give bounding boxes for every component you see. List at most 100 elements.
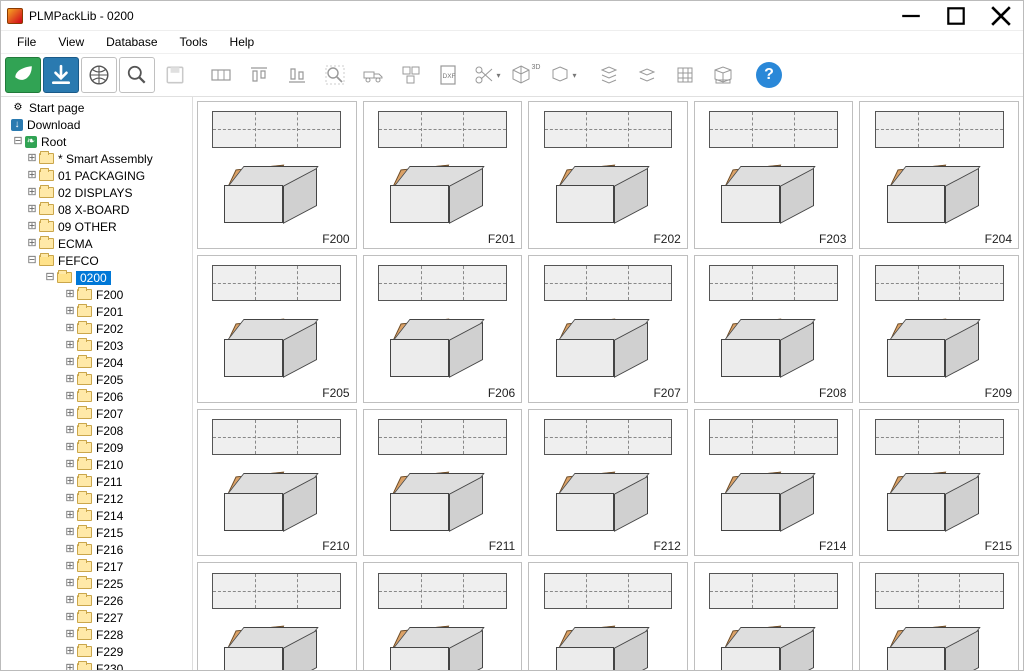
collapse-icon[interactable]: ⊟ [25,255,39,266]
thumbnail-item[interactable]: F217 [363,562,523,670]
tree-leaf[interactable]: ⊞ F227 [1,609,192,626]
expand-icon[interactable]: ⊞ [63,374,77,385]
toolbar-new-leaf[interactable] [5,57,41,93]
expand-icon[interactable]: ⊞ [63,629,77,640]
tree-leaf[interactable]: ⊞ F201 [1,303,192,320]
tree-folder[interactable]: ⊞ * Smart Assembly [1,150,192,167]
expand-icon[interactable]: ⊞ [63,510,77,521]
menu-file[interactable]: File [7,33,46,51]
menu-help[interactable]: Help [220,33,265,51]
toolbar-pallet[interactable] [705,57,741,93]
expand-icon[interactable]: ⊞ [63,612,77,623]
tree-leaf[interactable]: ⊞ F230 [1,660,192,670]
tree-root[interactable]: ⊟ ❧ Root [1,133,192,150]
tree-leaf[interactable]: ⊞ F200 [1,286,192,303]
tree-leaf[interactable]: ⊞ F211 [1,473,192,490]
tree-folder[interactable]: ⊞ 02 DISPLAYS [1,184,192,201]
thumbnail-item[interactable]: F210 [197,409,357,557]
toolbar-layout-1[interactable] [203,57,239,93]
toolbar-zoom-fit[interactable] [317,57,353,93]
thumbnail-item[interactable]: F204 [859,101,1019,249]
minimize-button[interactable] [888,1,933,30]
toolbar-dxf[interactable]: DXF [431,57,467,93]
collapse-icon[interactable]: ⊟ [11,136,25,147]
toolbar-download[interactable] [43,57,79,93]
toolbar-globe[interactable] [81,57,117,93]
toolbar-truck[interactable] [355,57,391,93]
close-button[interactable] [978,1,1023,30]
tree-download[interactable]: ↓ Download [1,116,192,133]
thumbnail-scroll[interactable]: F200 F201 [193,97,1023,670]
tree-leaf[interactable]: ⊞ F228 [1,626,192,643]
tree-leaf[interactable]: ⊞ F217 [1,558,192,575]
toolbar-search[interactable] [119,57,155,93]
tree-leaf[interactable]: ⊞ F202 [1,320,192,337]
expand-icon[interactable]: ⊞ [63,442,77,453]
expand-icon[interactable]: ⊞ [25,204,39,215]
tree-leaf[interactable]: ⊞ F225 [1,575,192,592]
toolbar-layout-3[interactable] [279,57,315,93]
expand-icon[interactable]: ⊞ [63,323,77,334]
thumbnail-item[interactable]: F215 [859,409,1019,557]
expand-icon[interactable]: ⊞ [63,340,77,351]
thumbnail-item[interactable]: F207 [528,255,688,403]
thumbnail-item[interactable]: F203 [694,101,854,249]
tree-fefco-0200[interactable]: ⊟ 0200 [1,269,192,286]
thumbnail-item[interactable]: F211 [363,409,523,557]
expand-icon[interactable]: ⊞ [63,306,77,317]
thumbnail-item[interactable]: F200 [197,101,357,249]
thumbnail-item[interactable]: F220 [859,562,1019,670]
expand-icon[interactable]: ⊞ [25,170,39,181]
tree-leaf[interactable]: ⊞ F214 [1,507,192,524]
toolbar-cut-drop[interactable]: ▾ [469,57,505,93]
thumbnail-item[interactable]: F206 [363,255,523,403]
tree-leaf[interactable]: ⊞ F215 [1,524,192,541]
expand-icon[interactable]: ⊞ [63,595,77,606]
toolbar-stack-2[interactable] [629,57,665,93]
menu-tools[interactable]: Tools [170,33,218,51]
expand-icon[interactable]: ⊞ [25,153,39,164]
toolbar-stack-1[interactable] [591,57,627,93]
expand-icon[interactable]: ⊞ [63,544,77,555]
tree-folder[interactable]: ⊞ 08 X-BOARD [1,201,192,218]
tree-leaf[interactable]: ⊞ F209 [1,439,192,456]
collapse-icon[interactable]: ⊟ [43,272,57,283]
tree-folder[interactable]: ⊞ ECMA [1,235,192,252]
expand-icon[interactable]: ⊞ [63,646,77,657]
menu-view[interactable]: View [48,33,94,51]
tree-leaf[interactable]: ⊞ F216 [1,541,192,558]
tree-leaf[interactable]: ⊞ F229 [1,643,192,660]
expand-icon[interactable]: ⊞ [63,663,77,670]
thumbnail-item[interactable]: F216 [197,562,357,670]
thumbnail-item[interactable]: F201 [363,101,523,249]
tree-leaf[interactable]: ⊞ F205 [1,371,192,388]
tree-leaf[interactable]: ⊞ F208 [1,422,192,439]
expand-icon[interactable]: ⊞ [63,391,77,402]
thumbnail-item[interactable]: F218 [528,562,688,670]
thumbnail-item[interactable]: F219 [694,562,854,670]
toolbar-boxes[interactable] [393,57,429,93]
tree-start-page[interactable]: ⚙ Start page [1,99,192,116]
tree-folder[interactable]: ⊞ 09 OTHER [1,218,192,235]
menu-database[interactable]: Database [96,33,167,51]
tree-leaf[interactable]: ⊞ F204 [1,354,192,371]
thumbnail-item[interactable]: F209 [859,255,1019,403]
thumbnail-item[interactable]: F214 [694,409,854,557]
tree-leaf[interactable]: ⊞ F212 [1,490,192,507]
tree-leaf[interactable]: ⊞ F207 [1,405,192,422]
thumbnail-item[interactable]: F202 [528,101,688,249]
maximize-button[interactable] [933,1,978,30]
toolbar-help[interactable]: ? [751,57,787,93]
expand-icon[interactable]: ⊞ [25,187,39,198]
tree-leaf[interactable]: ⊞ F203 [1,337,192,354]
sidebar-tree[interactable]: ⚙ Start page ↓ Download ⊟ ❧ Root ⊞ * Sma… [1,97,193,670]
tree-leaf[interactable]: ⊞ F206 [1,388,192,405]
thumbnail-item[interactable]: F212 [528,409,688,557]
tree-folder[interactable]: ⊟ FEFCO [1,252,192,269]
expand-icon[interactable]: ⊞ [63,578,77,589]
expand-icon[interactable]: ⊞ [63,476,77,487]
expand-icon[interactable]: ⊞ [63,357,77,368]
thumbnail-item[interactable]: F205 [197,255,357,403]
toolbar-layout-2[interactable] [241,57,277,93]
thumbnail-item[interactable]: F208 [694,255,854,403]
